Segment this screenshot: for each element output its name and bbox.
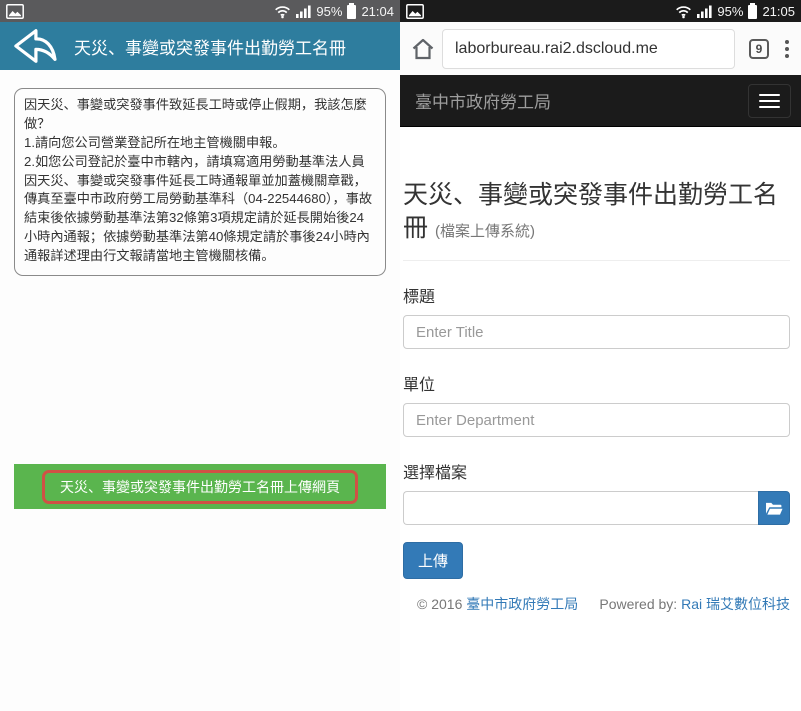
title-field-group: 標題: [403, 283, 790, 349]
page-content: 天災、事變或突發事件出勤勞工名冊 (檔案上傳系統) 標題 單位 選擇檔案: [400, 179, 801, 614]
dual-phone-screenshot: 95% 21:04 天災、事變或突發事件出勤勞工名冊 因天災、事變或突發事件致延…: [0, 0, 801, 711]
copyright-prefix: © 2016: [417, 596, 467, 612]
powered-by-text: Powered by: Rai 瑞艾數位科技: [599, 594, 790, 614]
home-icon: [412, 38, 434, 59]
right-browser-screen: 95% 21:05 9 臺中市政府勞工局 天災、事變或突發事件出勤勞工名冊 (檔…: [400, 0, 801, 711]
rai-company-link[interactable]: Rai 瑞艾數位科技: [681, 596, 790, 612]
browser-menu-kebab-icon[interactable]: [779, 34, 795, 64]
battery-icon: [748, 2, 758, 19]
signal-strength-icon: [296, 5, 312, 18]
url-bar[interactable]: [442, 28, 735, 69]
left-status-bar: 95% 21:04: [0, 0, 400, 22]
signal-strength-icon: [697, 5, 713, 18]
department-field-group: 單位: [403, 371, 790, 437]
hamburger-bar: [759, 93, 780, 96]
labor-bureau-link[interactable]: 臺中市政府勞工局: [466, 596, 578, 612]
app-header-title: 天災、事變或突發事件出勤勞工名冊: [74, 38, 346, 58]
copyright-text: © 2016 臺中市政府勞工局: [417, 594, 578, 614]
site-footer: © 2016 臺中市政府勞工局 Powered by: Rai 瑞艾數位科技: [403, 594, 790, 614]
upload-page-link-label[interactable]: 天災、事變或突發事件出勤勞工名冊上傳網頁: [42, 469, 358, 504]
folder-open-icon: [766, 502, 783, 515]
upload-form: 標題 單位 選擇檔案 上傳: [403, 283, 790, 579]
navbar-brand[interactable]: 臺中市政府勞工局: [415, 88, 551, 113]
file-field-label: 選擇檔案: [403, 465, 468, 482]
file-path-input[interactable]: [403, 491, 758, 525]
screenshot-image-icon: [6, 3, 24, 19]
tab-count-button[interactable]: 9: [749, 38, 769, 59]
site-navbar: 臺中市政府勞工局: [400, 75, 801, 127]
browse-file-button[interactable]: [758, 491, 790, 525]
file-field-group: 選擇檔案: [403, 459, 790, 525]
file-input-group: [403, 491, 790, 525]
app-header: 天災、事變或突發事件出勤勞工名冊: [0, 22, 400, 70]
hamburger-bar: [759, 105, 780, 108]
browser-toolbar: 9: [400, 22, 801, 75]
clock-text: 21:05: [762, 3, 795, 19]
page-subtitle: (檔案上傳系統): [434, 222, 535, 240]
title-input[interactable]: [403, 315, 790, 349]
hamburger-menu-button[interactable]: [748, 83, 791, 118]
department-field-label: 單位: [403, 377, 436, 394]
page-header: 天災、事變或突發事件出勤勞工名冊 (檔案上傳系統): [403, 179, 790, 261]
instructions-notice-box: 因天災、事變或突發事件致延長工時或停止假期，我該怎麼做？ 1.請向您公司營業登記…: [14, 88, 386, 276]
url-input[interactable]: [447, 39, 730, 58]
page-title: 天災、事變或突發事件出勤勞工名冊 (檔案上傳系統): [403, 179, 790, 244]
home-button[interactable]: [406, 32, 440, 66]
powered-by-prefix: Powered by:: [599, 596, 682, 612]
department-input[interactable]: [403, 403, 790, 437]
screenshot-image-icon: [406, 3, 424, 19]
battery-percent-text: 95%: [316, 3, 343, 19]
battery-icon: [347, 2, 357, 19]
left-app-screen: 95% 21:04 天災、事變或突發事件出勤勞工名冊 因天災、事變或突發事件致延…: [0, 0, 400, 711]
back-arrow-icon[interactable]: [10, 26, 58, 66]
hamburger-bar: [759, 99, 780, 102]
upload-page-link-banner[interactable]: 天災、事變或突發事件出勤勞工名冊上傳網頁: [14, 464, 386, 509]
wifi-icon: [676, 5, 692, 18]
right-status-bar: 95% 21:05: [400, 0, 801, 22]
title-field-label: 標題: [403, 289, 436, 306]
clock-text: 21:04: [361, 3, 394, 19]
battery-percent-text: 95%: [717, 3, 744, 19]
upload-submit-button[interactable]: 上傳: [403, 542, 464, 579]
wifi-icon: [275, 5, 291, 18]
